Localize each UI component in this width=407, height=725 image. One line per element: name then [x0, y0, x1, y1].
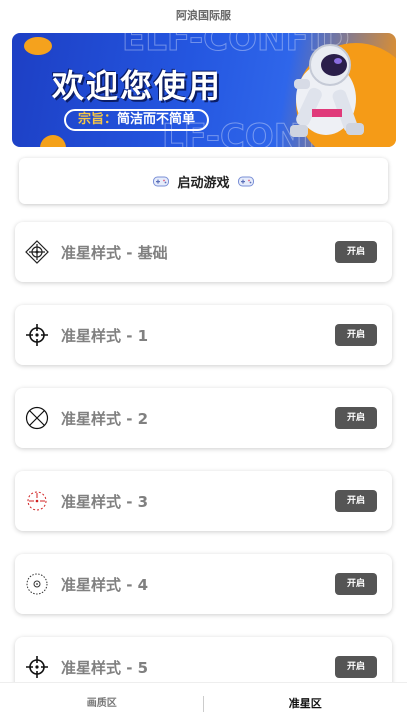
crosshair-name: 准星样式 - 1 — [61, 327, 149, 345]
slogan-text: 简洁而不简单 — [117, 112, 196, 127]
crosshair-item-4: 准星样式 - 4 开启 — [15, 554, 392, 614]
crosshair-2-icon — [25, 406, 49, 430]
crosshair-basic-icon — [25, 240, 49, 264]
crosshair-1-icon — [26, 324, 48, 346]
crosshair-name: 准星样式 - 基础 — [61, 244, 168, 262]
app-title: 阿浪国际服 — [176, 9, 231, 22]
start-game-label: 启动游戏 — [177, 175, 230, 191]
crosshair-item-1: 准星样式 - 1 开启 — [15, 305, 392, 365]
crosshair-list: 准星样式 - 基础 开启 准星样式 - 1 开启 准星样式 - 2 开启 准星样… — [15, 222, 392, 720]
start-game-button[interactable]: 启动游戏 — [19, 158, 388, 204]
gamepad-icon — [237, 176, 254, 186]
banner-slogan: 宗旨：简洁而不简单 — [64, 109, 210, 131]
enable-button[interactable]: 开启 — [335, 573, 377, 595]
crosshair-item-basic: 准星样式 - 基础 开启 — [15, 222, 392, 282]
crosshair-name: 准星样式 - 3 — [61, 493, 149, 511]
crosshair-4-icon — [26, 573, 48, 595]
welcome-banner: LF-CONFIDEN ELF-CONFID 欢迎您使用 宗旨：简洁而不简单 — [12, 33, 396, 147]
enable-button[interactable]: 开启 — [335, 324, 377, 346]
tab-divider — [203, 696, 204, 712]
crosshair-3-icon — [27, 491, 47, 511]
tab-graphics[interactable]: 画质区 — [0, 683, 204, 725]
banner-decoration — [24, 37, 52, 55]
crosshair-item-3: 准星样式 - 3 开启 — [15, 471, 392, 531]
tab-crosshair[interactable]: 准星区 — [204, 683, 407, 725]
banner-decoration — [40, 135, 66, 147]
enable-button[interactable]: 开启 — [335, 656, 377, 678]
crosshair-name: 准星样式 - 2 — [61, 410, 149, 428]
astronaut-illustration — [290, 44, 364, 137]
enable-button[interactable]: 开启 — [335, 407, 377, 429]
crosshair-name: 准星样式 - 4 — [61, 576, 149, 594]
slogan-prefix: 宗旨： — [78, 112, 118, 127]
banner-headline: 欢迎您使用 — [52, 67, 223, 105]
crosshair-5-icon — [26, 656, 48, 678]
gamepad-icon — [153, 176, 170, 186]
crosshair-item-2: 准星样式 - 2 开启 — [15, 388, 392, 448]
crosshair-name: 准星样式 - 5 — [61, 659, 149, 677]
enable-button[interactable]: 开启 — [335, 490, 377, 512]
bottom-tab-bar: 画质区 准星区 — [0, 682, 407, 725]
enable-button[interactable]: 开启 — [335, 241, 377, 263]
